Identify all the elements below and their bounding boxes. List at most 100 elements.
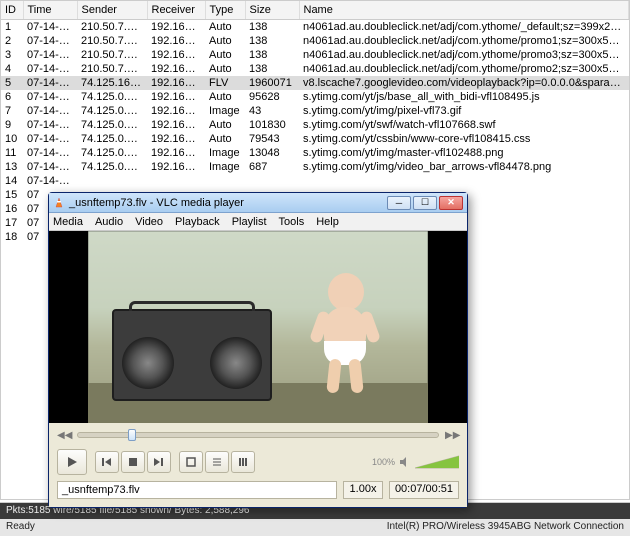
maximize-button[interactable]: ☐ <box>413 196 437 210</box>
col-name[interactable]: Name <box>299 1 629 20</box>
menu-media[interactable]: Media <box>53 216 83 228</box>
extended-settings-button[interactable] <box>231 451 255 473</box>
col-sender[interactable]: Sender <box>77 1 147 20</box>
table-row[interactable]: 907-14-20...74.125.0.144192.168.1.5Auto1… <box>1 118 629 132</box>
cell-time: 07-14-20... <box>23 34 77 48</box>
cell-name: n4061ad.au.doubleclick.net/adj/com.ythom… <box>299 20 629 35</box>
cell-id: 17 <box>1 216 23 230</box>
menu-audio[interactable]: Audio <box>95 216 123 228</box>
menu-help[interactable]: Help <box>316 216 339 228</box>
cell-name: v8.lscache7.googlevideo.com/videoplaybac… <box>299 76 629 90</box>
cell-time: 07-14-20... <box>23 146 77 160</box>
cell-size: 138 <box>245 48 299 62</box>
cell-type: Auto <box>205 90 245 104</box>
col-size[interactable]: Size <box>245 1 299 20</box>
table-row[interactable]: 407-14-20...210.50.7.245192.168.1.5Auto1… <box>1 62 629 76</box>
col-type[interactable]: Type <box>205 1 245 20</box>
menu-video[interactable]: Video <box>135 216 163 228</box>
cell-size: 1960071 <box>245 76 299 90</box>
cell-size: 138 <box>245 34 299 48</box>
vlc-window[interactable]: _usnftemp73.flv - VLC media player ─ ☐ ✕… <box>48 192 468 508</box>
cell-name: s.ytimg.com/yt/cssbin/www-core-vfl108415… <box>299 132 629 146</box>
cell-size: 13048 <box>245 146 299 160</box>
cell-receiver: 192.168.1.5 <box>147 146 205 160</box>
video-area[interactable] <box>49 231 467 423</box>
cell-size <box>245 174 299 188</box>
menu-playlist[interactable]: Playlist <box>232 216 267 228</box>
cell-name: n4061ad.au.doubleclick.net/adj/com.ythom… <box>299 34 629 48</box>
menu-tools[interactable]: Tools <box>279 216 305 228</box>
cell-sender: 74.125.165.... <box>77 76 147 90</box>
table-row[interactable]: 507-14-20...74.125.165....192.168.1.5FLV… <box>1 76 629 90</box>
cell-sender: 74.125.0.144 <box>77 118 147 132</box>
cell-time: 07-14-20... <box>23 48 77 62</box>
table-row[interactable]: 1407-14-20... <box>1 174 629 188</box>
menubar[interactable]: Media Audio Video Playback Playlist Tools Help <box>49 213 467 231</box>
vlc-icon <box>53 197 65 209</box>
volume-percent: 100% <box>372 457 395 467</box>
time-box: 00:07/00:51 <box>389 481 459 499</box>
playlist-button[interactable] <box>205 451 229 473</box>
minimize-button[interactable]: ─ <box>387 196 411 210</box>
table-row[interactable]: 1007-14-20...74.125.0.144192.168.1.5Auto… <box>1 132 629 146</box>
cell-time: 07-14-20... <box>23 118 77 132</box>
col-id[interactable]: ID <box>1 1 23 20</box>
cell-sender: 74.125.0.144 <box>77 104 147 118</box>
cell-id: 6 <box>1 90 23 104</box>
cell-receiver: 192.168.1.5 <box>147 62 205 76</box>
cell-type <box>205 174 245 188</box>
cell-type: Auto <box>205 118 245 132</box>
play-button[interactable] <box>57 449 87 475</box>
cell-size: 687 <box>245 160 299 174</box>
cell-sender: 74.125.0.144 <box>77 146 147 160</box>
cell-name: s.ytimg.com/yt/img/video_bar_arrows-vfl8… <box>299 160 629 174</box>
stop-button[interactable] <box>121 451 145 473</box>
col-time[interactable]: Time <box>23 1 77 20</box>
cell-size: 79543 <box>245 132 299 146</box>
cell-id: 3 <box>1 48 23 62</box>
titlebar[interactable]: _usnftemp73.flv - VLC media player ─ ☐ ✕ <box>49 193 467 213</box>
col-receiver[interactable]: Receiver <box>147 1 205 20</box>
speed-box[interactable]: 1.00x <box>343 481 383 499</box>
cell-receiver: 192.168.1.5 <box>147 48 205 62</box>
cell-name <box>299 174 629 188</box>
prev-button[interactable] <box>95 451 119 473</box>
table-row[interactable]: 107-14-20...210.50.7.245192.168.1.5Auto1… <box>1 20 629 35</box>
fullscreen-button[interactable] <box>179 451 203 473</box>
table-row[interactable]: 207-14-20...210.50.7.245192.168.1.5Auto1… <box>1 34 629 48</box>
controls: ◀◀ ▶▶ 100% <box>49 423 467 507</box>
table-row[interactable]: 1107-14-20...74.125.0.144192.168.1.5Imag… <box>1 146 629 160</box>
seek-slider[interactable] <box>77 432 439 438</box>
cell-time: 07-14-20... <box>23 132 77 146</box>
cell-type: Auto <box>205 48 245 62</box>
seek-back-icon[interactable]: ◀◀ <box>57 430 71 440</box>
table-row[interactable]: 307-14-20...210.50.7.245192.168.1.5Auto1… <box>1 48 629 62</box>
cell-type: Image <box>205 146 245 160</box>
cell-id: 14 <box>1 174 23 188</box>
volume-slider[interactable] <box>415 455 459 469</box>
cell-id: 4 <box>1 62 23 76</box>
seek-thumb[interactable] <box>128 429 136 441</box>
cell-time: 07-14-20... <box>23 90 77 104</box>
cell-id: 11 <box>1 146 23 160</box>
cell-receiver: 192.168.1.5 <box>147 20 205 35</box>
table-row[interactable]: 607-14-20...74.125.0.144192.168.1.5Auto9… <box>1 90 629 104</box>
cell-receiver: 192.168.1.5 <box>147 160 205 174</box>
cell-receiver: 192.168.1.5 <box>147 90 205 104</box>
speaker-icon[interactable] <box>399 456 411 468</box>
close-button[interactable]: ✕ <box>439 196 463 210</box>
window-title: _usnftemp73.flv - VLC media player <box>69 197 244 209</box>
cell-id: 9 <box>1 118 23 132</box>
seek-fwd-icon[interactable]: ▶▶ <box>445 430 459 440</box>
menu-playback[interactable]: Playback <box>175 216 220 228</box>
table-row[interactable]: 1307-14-20...74.125.0.144192.168.1.5Imag… <box>1 160 629 174</box>
cell-type: FLV <box>205 76 245 90</box>
cell-time: 07-14-20... <box>23 62 77 76</box>
file-field[interactable]: _usnftemp73.flv <box>57 481 337 499</box>
status-ready: Ready <box>6 521 35 532</box>
cell-id: 16 <box>1 202 23 216</box>
cell-type: Image <box>205 160 245 174</box>
next-button[interactable] <box>147 451 171 473</box>
table-row[interactable]: 707-14-20...74.125.0.144192.168.1.5Image… <box>1 104 629 118</box>
cell-type: Auto <box>205 20 245 35</box>
